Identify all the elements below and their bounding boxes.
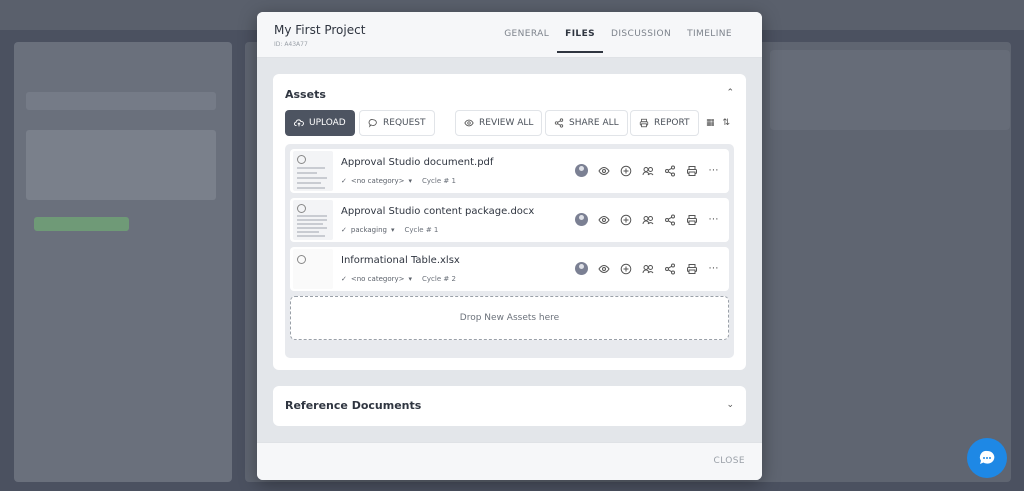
asset-row[interactable]: Informational Table.xlsx ✓ <no category>…: [290, 247, 729, 291]
review-all-label: REVIEW ALL: [479, 118, 534, 128]
caret-down-icon[interactable]: ▾: [409, 177, 413, 185]
asset-file-name[interactable]: Informational Table.xlsx: [341, 255, 460, 266]
category-dropdown[interactable]: <no category>: [351, 275, 405, 283]
modal-tabs: GENERAL FILES DISCUSSION TIMELINE: [496, 29, 740, 53]
report-button[interactable]: REPORT: [630, 110, 699, 136]
add-circle-icon[interactable]: [618, 163, 633, 178]
tab-discussion[interactable]: DISCUSSION: [603, 29, 679, 53]
share-icon[interactable]: [662, 163, 677, 178]
tab-files[interactable]: FILES: [557, 29, 604, 53]
asset-file-name[interactable]: Approval Studio content package.docx: [341, 206, 534, 217]
assets-card: Assets ⌃ UPLOAD REQUEST REVIEW ALL SHARE…: [273, 74, 746, 370]
request-button[interactable]: REQUEST: [359, 110, 435, 136]
tab-timeline[interactable]: TIMELINE: [679, 29, 740, 53]
asset-actions: ⋯: [574, 261, 721, 276]
project-title: My First Project: [274, 23, 366, 37]
drop-zone[interactable]: Drop New Assets here: [290, 296, 729, 340]
view-options: ▦ ⇅: [706, 118, 730, 128]
chat-widget-button[interactable]: [967, 438, 1007, 478]
close-button[interactable]: CLOSE: [714, 456, 745, 466]
eye-icon[interactable]: [596, 163, 611, 178]
category-dropdown[interactable]: packaging: [351, 226, 387, 234]
category-dropdown[interactable]: <no category>: [351, 177, 405, 185]
add-circle-icon[interactable]: [618, 212, 633, 227]
more-options-icon[interactable]: ⋯: [706, 212, 721, 227]
tag-icon: ✓: [341, 275, 347, 283]
eye-icon[interactable]: [596, 261, 611, 276]
asset-meta: ✓ <no category> ▾ Cycle # 1: [341, 177, 456, 185]
review-all-button[interactable]: REVIEW ALL: [455, 110, 543, 136]
grid-view-icon[interactable]: ▦: [706, 118, 715, 128]
cycle-label: Cycle # 2: [422, 275, 456, 283]
asset-row[interactable]: Approval Studio document.pdf ✓ <no categ…: [290, 149, 729, 193]
asset-file-name[interactable]: Approval Studio document.pdf: [341, 157, 493, 168]
share-icon[interactable]: [662, 261, 677, 276]
asset-actions: ⋯: [574, 212, 721, 227]
reference-documents-title: Reference Documents: [285, 399, 422, 412]
cycle-label: Cycle # 1: [422, 177, 456, 185]
report-label: REPORT: [654, 118, 690, 128]
asset-thumbnail: [293, 200, 333, 240]
tab-general[interactable]: GENERAL: [496, 29, 557, 53]
share-icon[interactable]: [662, 212, 677, 227]
request-label: REQUEST: [383, 118, 426, 128]
chevron-down-icon[interactable]: ⌄: [726, 400, 734, 410]
asset-meta: ✓ packaging ▾ Cycle # 1: [341, 226, 438, 234]
sort-icon[interactable]: ⇅: [722, 118, 730, 128]
share-icon: [554, 118, 564, 128]
modal-header: My First Project ID: A43A77 GENERAL FILE…: [257, 12, 762, 58]
asset-actions: ⋯: [574, 163, 721, 178]
asset-meta: ✓ <no category> ▾ Cycle # 2: [341, 275, 456, 283]
printer-icon[interactable]: [684, 212, 699, 227]
chevron-up-icon[interactable]: ⌃: [726, 88, 734, 98]
assignee-avatar[interactable]: [574, 261, 589, 276]
upload-button[interactable]: UPLOAD: [285, 110, 355, 136]
cycle-label: Cycle # 1: [404, 226, 439, 234]
assignee-avatar[interactable]: [574, 163, 589, 178]
cloud-upload-icon: [294, 119, 304, 127]
reference-documents-card[interactable]: Reference Documents ⌄: [273, 386, 746, 426]
eye-icon[interactable]: [596, 212, 611, 227]
background-left-panel: [14, 42, 232, 482]
tag-icon: ✓: [341, 177, 347, 185]
assets-title: Assets: [285, 88, 326, 101]
modal-footer: CLOSE: [257, 442, 762, 480]
background-right-panel: [770, 50, 1010, 130]
drop-zone-label: Drop New Assets here: [459, 313, 560, 323]
asset-thumbnail: [293, 151, 333, 191]
tag-icon: ✓: [341, 226, 347, 234]
eye-icon: [464, 119, 474, 127]
assets-toolbar: UPLOAD REQUEST REVIEW ALL SHARE ALL REPO…: [285, 110, 734, 136]
share-all-button[interactable]: SHARE ALL: [545, 110, 628, 136]
caret-down-icon[interactable]: ▾: [391, 226, 395, 234]
asset-row[interactable]: Approval Studio content package.docx ✓ p…: [290, 198, 729, 242]
users-icon[interactable]: [640, 212, 655, 227]
assignee-avatar[interactable]: [574, 212, 589, 227]
chat-bubble-icon: [368, 119, 377, 128]
share-all-label: SHARE ALL: [569, 118, 619, 128]
caret-down-icon[interactable]: ▾: [409, 275, 413, 283]
more-options-icon[interactable]: ⋯: [706, 261, 721, 276]
printer-icon[interactable]: [684, 261, 699, 276]
chat-bubble-icon: [979, 450, 995, 464]
printer-icon[interactable]: [684, 163, 699, 178]
asset-list: Approval Studio document.pdf ✓ <no categ…: [285, 144, 734, 358]
users-icon[interactable]: [640, 261, 655, 276]
more-options-icon[interactable]: ⋯: [706, 163, 721, 178]
project-id: ID: A43A77: [274, 41, 308, 48]
asset-thumbnail: [293, 249, 333, 289]
upload-label: UPLOAD: [309, 118, 346, 128]
add-circle-icon[interactable]: [618, 261, 633, 276]
modal-body: Assets ⌃ UPLOAD REQUEST REVIEW ALL SHARE…: [257, 58, 762, 442]
project-modal: My First Project ID: A43A77 GENERAL FILE…: [257, 12, 762, 480]
printer-icon: [639, 118, 649, 128]
users-icon[interactable]: [640, 163, 655, 178]
